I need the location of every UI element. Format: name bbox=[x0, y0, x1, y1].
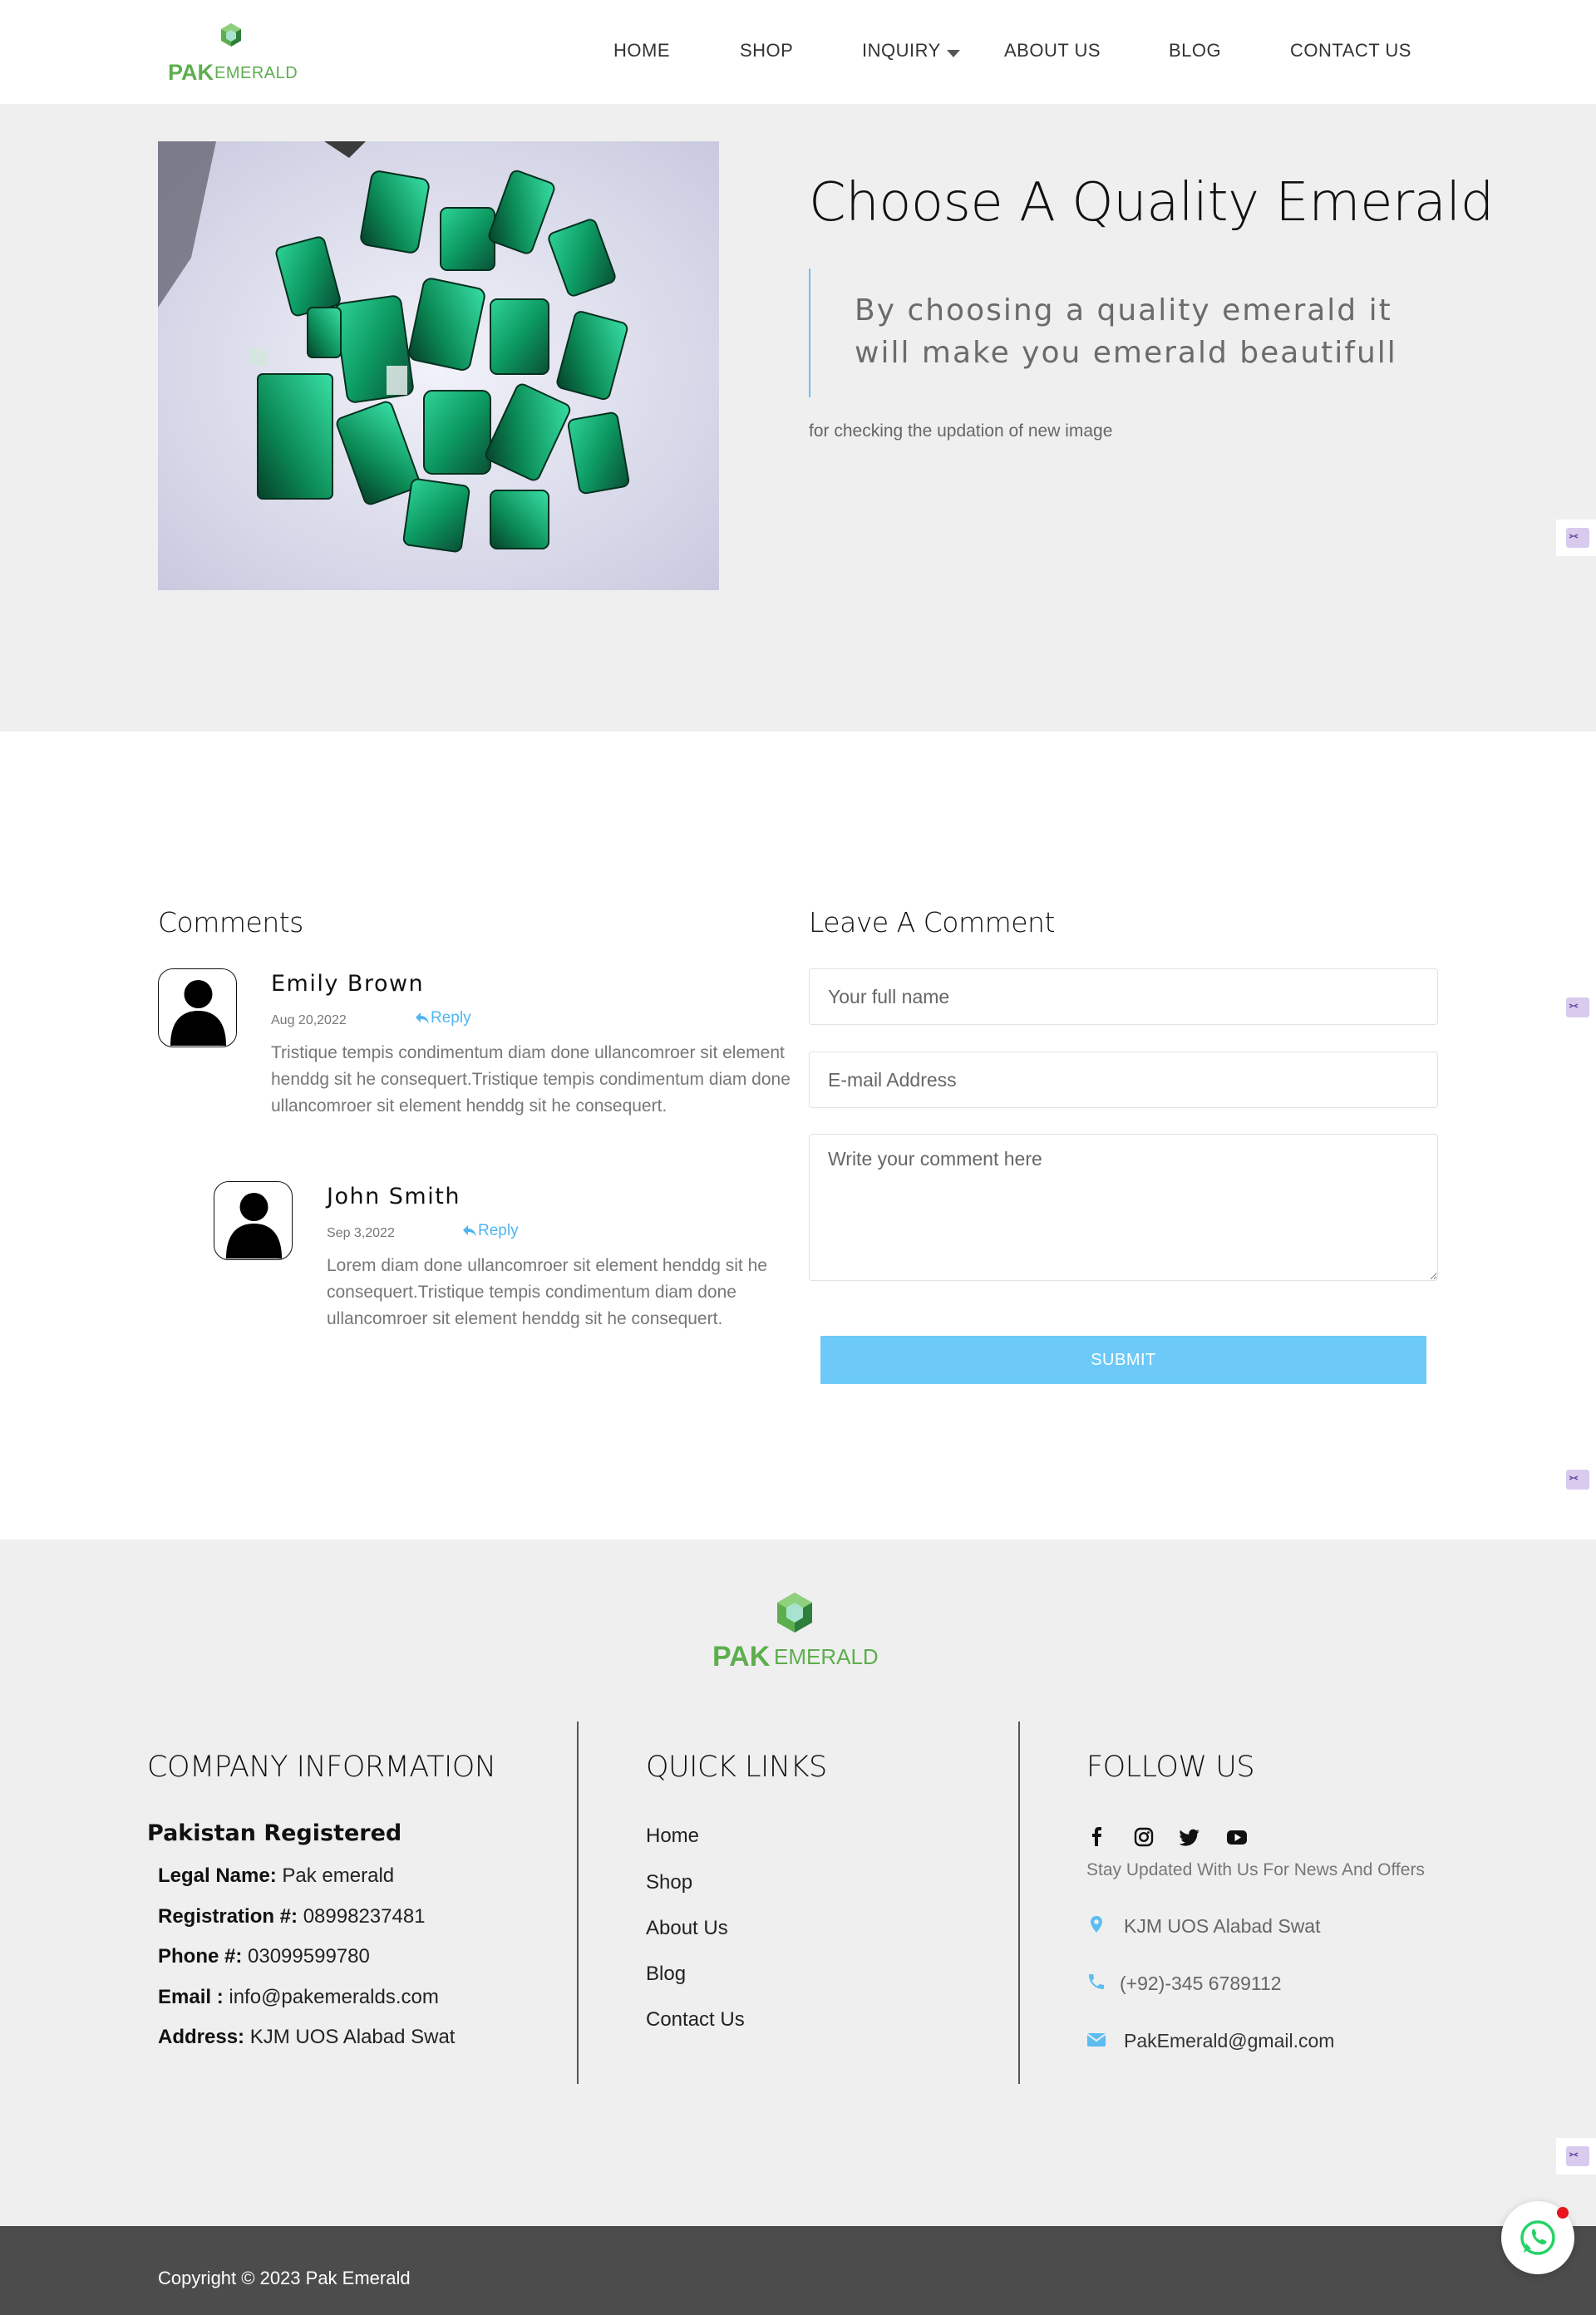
reply-icon bbox=[416, 1012, 429, 1024]
svg-text:PAK: PAK bbox=[712, 1641, 771, 1672]
side-widget-icon[interactable] bbox=[1556, 989, 1596, 1026]
info-address: Address: KJM UOS Alabad Swat bbox=[158, 2026, 456, 2048]
side-widget-icon[interactable] bbox=[1556, 2138, 1596, 2175]
comment-author: Emily Brown bbox=[271, 971, 425, 997]
twitter-icon[interactable] bbox=[1179, 1825, 1202, 1849]
hero-title: Choose A Quality Emerald bbox=[809, 172, 1494, 234]
logo-text-pak: PAK bbox=[168, 60, 214, 85]
comment-text: Lorem diam done ullancomroer sit element… bbox=[327, 1256, 767, 1328]
follow-phone: (+92)-345 6789112 bbox=[1120, 1973, 1282, 1994]
nav-contact-us[interactable]: CONTACT US bbox=[1290, 40, 1411, 62]
logo-text-emerald: EMERALD bbox=[214, 64, 298, 82]
email-icon bbox=[1086, 2033, 1106, 2047]
submit-button[interactable]: SUBMIT bbox=[820, 1336, 1426, 1384]
side-widget-icon[interactable] bbox=[1556, 1461, 1596, 1498]
hero-quote-line-2: will make you emerald beautifull bbox=[855, 336, 1397, 370]
quick-links-heading: QUICK LINKS bbox=[646, 1751, 827, 1784]
instagram-icon[interactable] bbox=[1132, 1825, 1155, 1849]
nav-about-us[interactable]: ABOUT US bbox=[1004, 40, 1101, 62]
site-header: PAK EMERALD HOME SHOP INQUIRY ABOUT US B… bbox=[0, 0, 1596, 104]
comment-author: John Smith bbox=[327, 1184, 461, 1209]
footer-divider bbox=[1018, 1721, 1020, 2084]
location-pin-icon bbox=[1091, 1916, 1102, 1933]
youtube-icon[interactable] bbox=[1225, 1825, 1249, 1849]
nav-shop[interactable]: SHOP bbox=[740, 40, 793, 62]
email-input[interactable] bbox=[809, 1052, 1438, 1108]
footer-divider bbox=[577, 1721, 579, 2084]
nav-blog[interactable]: BLOG bbox=[1169, 40, 1221, 62]
hero-subtitle: for checking the updation of new image bbox=[809, 421, 1113, 441]
whatsapp-chat-button[interactable] bbox=[1501, 2201, 1574, 2274]
follow-tagline: Stay Updated With Us For News And Offers bbox=[1086, 1860, 1425, 1879]
caret-down-icon[interactable] bbox=[947, 50, 960, 58]
reply-label[interactable]: Reply bbox=[431, 1009, 471, 1027]
info-legal-name: Legal Name: Pak emerald bbox=[158, 1864, 395, 1887]
company-info-heading: COMPANY INFORMATION bbox=[147, 1751, 496, 1784]
leave-comment-heading: Leave A Comment bbox=[809, 906, 1055, 938]
svg-text:EMERALD: EMERALD bbox=[774, 1644, 879, 1669]
avatar bbox=[214, 1181, 293, 1260]
reply-label[interactable]: Reply bbox=[478, 1222, 519, 1240]
full-name-input[interactable] bbox=[809, 968, 1438, 1025]
comment-date: Sep 3,2022 bbox=[327, 1226, 395, 1240]
follow-email[interactable]: PakEmerald@gmail.com bbox=[1124, 2030, 1334, 2052]
info-phone: Phone #: 03099599780 bbox=[158, 1945, 370, 1968]
reply-icon bbox=[463, 1225, 476, 1237]
footer-logo[interactable]: PAK EMERALD bbox=[711, 1589, 885, 1672]
footer-link-shop[interactable]: Shop bbox=[646, 1871, 692, 1894]
info-registration: Registration #: 08998237481 bbox=[158, 1905, 426, 1928]
whatsapp-icon bbox=[1520, 2207, 1569, 2255]
footer-link-home[interactable]: Home bbox=[646, 1825, 699, 1848]
hero-quote-line-1: By choosing a quality emerald it bbox=[855, 293, 1392, 328]
copyright-text: Copyright © 2023 Pak Emerald bbox=[158, 2268, 411, 2288]
comment-textarea[interactable] bbox=[809, 1134, 1438, 1281]
footer-link-blog[interactable]: Blog bbox=[646, 1963, 686, 1986]
nav-inquiry[interactable]: INQUIRY bbox=[862, 40, 941, 62]
emerald-photo bbox=[158, 141, 719, 590]
comments-heading: Comments bbox=[158, 906, 303, 938]
quote-accent-bar bbox=[809, 268, 810, 397]
comment-text: Tristique tempis condimentum diam done u… bbox=[271, 1043, 791, 1116]
hero-section: Choose A Quality Emerald By choosing a q… bbox=[0, 104, 1596, 731]
phone-icon bbox=[1089, 1974, 1104, 1989]
site-logo[interactable]: PAK EMERALD bbox=[166, 20, 299, 85]
follow-address: KJM UOS Alabad Swat bbox=[1124, 1915, 1321, 1937]
facebook-icon[interactable] bbox=[1086, 1825, 1109, 1849]
company-subheading: Pakistan Registered bbox=[147, 1820, 402, 1846]
side-widget-icon[interactable] bbox=[1556, 520, 1596, 556]
comment-date: Aug 20,2022 bbox=[271, 1013, 347, 1027]
footer-link-about-us[interactable]: About Us bbox=[646, 1917, 728, 1940]
nav-home[interactable]: HOME bbox=[613, 40, 670, 62]
follow-us-heading: FOLLOW US bbox=[1086, 1751, 1255, 1784]
info-email: Email : info@pakemeralds.com bbox=[158, 1986, 439, 2008]
avatar bbox=[158, 968, 237, 1047]
footer-link-contact-us[interactable]: Contact Us bbox=[646, 2008, 745, 2032]
